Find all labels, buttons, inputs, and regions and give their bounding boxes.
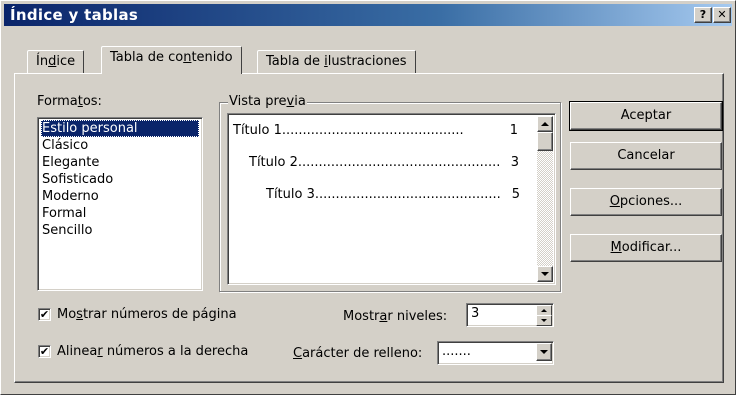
show-levels-label: Mostrar niveles:: [343, 309, 448, 324]
preview-scrollbar[interactable]: [537, 116, 553, 282]
format-item[interactable]: Estilo personal: [41, 120, 199, 137]
cancel-button[interactable]: Cancelar: [570, 142, 722, 170]
scroll-thumb[interactable]: [537, 132, 553, 151]
show-levels-spinner[interactable]: 3: [466, 303, 554, 327]
show-page-numbers-label: Mostrar números de página: [57, 307, 237, 322]
preview-label: Vista previa: [228, 94, 307, 109]
tab-leader-combo[interactable]: .......: [437, 341, 554, 365]
align-right-label: Alinear números a la derecha: [57, 344, 249, 359]
show-levels-value: 3: [471, 306, 480, 321]
arrow-down-icon: [541, 319, 547, 322]
arrow-up-icon: [541, 309, 547, 312]
chevron-down-icon: [540, 350, 548, 354]
window-title: Índice y tablas: [10, 6, 139, 24]
tab-label: Índice: [36, 54, 76, 69]
tab-tabla-de-ilustraciones[interactable]: Tabla de ilustraciones: [257, 50, 416, 73]
format-item[interactable]: Sofisticado: [41, 171, 114, 188]
align-right-checkbox[interactable]: ✔ Alinear números a la derecha: [38, 344, 248, 359]
arrow-up-icon: [541, 122, 549, 126]
toc-entry-2: Título 2................................…: [249, 155, 519, 170]
tab-label: Tabla de contenido: [110, 50, 233, 65]
format-item[interactable]: Elegante: [41, 154, 100, 171]
options-button[interactable]: Opciones...: [570, 188, 722, 216]
checkbox-check-icon: ✔: [38, 345, 51, 358]
dropdown-button[interactable]: [536, 343, 552, 361]
format-item[interactable]: Sencillo: [41, 222, 93, 239]
tab-leader-value: .......: [442, 344, 471, 359]
dialog-window: Índice y tablas ? ✕ Índice Tabla de cont…: [0, 0, 736, 395]
accept-button[interactable]: Aceptar: [569, 101, 723, 131]
checkbox-check-icon: ✔: [38, 308, 51, 321]
format-item[interactable]: Moderno: [41, 188, 100, 205]
scroll-up-button[interactable]: [537, 116, 553, 132]
preview-box: Título 1................................…: [227, 113, 556, 285]
arrow-down-icon: [541, 272, 549, 276]
scroll-down-button[interactable]: [537, 266, 553, 282]
tab-tabla-de-contenido[interactable]: Tabla de contenido: [101, 46, 242, 74]
toc-entry-3: Título 3................................…: [266, 187, 520, 202]
format-item[interactable]: Clásico: [41, 137, 89, 154]
toc-entry-1: Título 1................................…: [233, 123, 518, 138]
title-bar[interactable]: Índice y tablas ? ✕: [4, 4, 732, 26]
modify-button[interactable]: Modificar...: [570, 234, 722, 262]
help-button[interactable]: ?: [694, 7, 712, 23]
formats-label: Formatos:: [37, 94, 102, 109]
spin-down-button[interactable]: [536, 315, 552, 326]
show-page-numbers-checkbox[interactable]: ✔ Mostrar números de página: [38, 307, 237, 322]
tab-label: Tabla de ilustraciones: [266, 54, 407, 69]
close-button[interactable]: ✕: [713, 7, 731, 23]
tab-leader-label: Carácter de relleno:: [293, 346, 423, 361]
tab-indice[interactable]: Índice: [27, 50, 85, 73]
format-item[interactable]: Formal: [41, 205, 87, 222]
formats-list[interactable]: Estilo personal Clásico Elegante Sofisticad…: [37, 117, 203, 291]
